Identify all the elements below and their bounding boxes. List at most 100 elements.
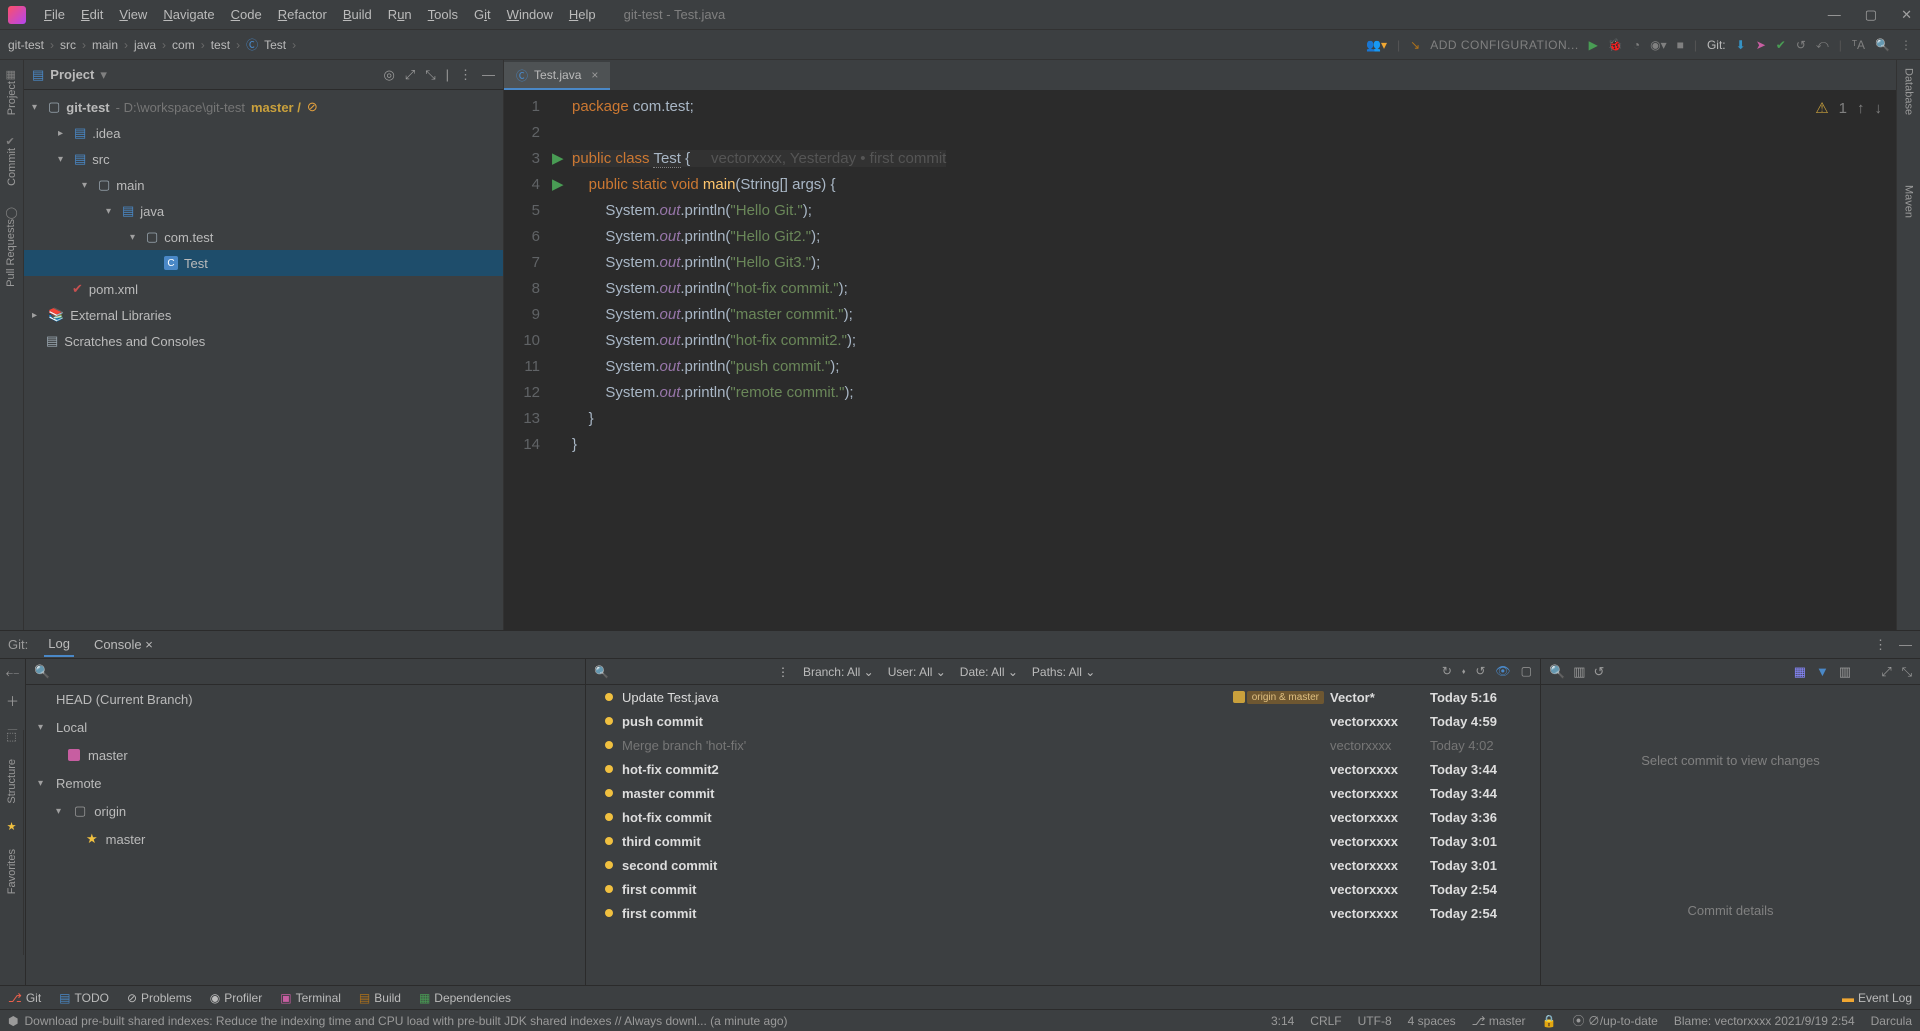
menu-view[interactable]: View: [111, 7, 155, 22]
tree-idea[interactable]: ▸▤.idea: [24, 120, 503, 146]
commit-tool-icon[interactable]: ✔: [6, 135, 18, 148]
favorites-tool-icon[interactable]: ★: [7, 820, 17, 833]
tree-main[interactable]: ▾▢main: [24, 172, 503, 198]
caret-position[interactable]: 3:14: [1271, 1014, 1294, 1028]
tree-test-class[interactable]: CTest: [24, 250, 503, 276]
layout-icon[interactable]: ▥: [1839, 664, 1851, 680]
git-tab-log[interactable]: Log: [44, 632, 74, 657]
minimize-icon[interactable]: —: [1828, 7, 1841, 23]
close-tab-icon[interactable]: ×: [591, 68, 598, 82]
commit-row[interactable]: hot-fix commit2 vectorxxxx Today 3:44: [586, 757, 1540, 781]
commit-row[interactable]: second commit vectorxxxx Today 3:01: [586, 853, 1540, 877]
translate-icon[interactable]: ᵀA: [1852, 38, 1865, 52]
commit-row[interactable]: third commit vectorxxxx Today 3:01: [586, 829, 1540, 853]
tool-git[interactable]: ⎇Git: [8, 991, 41, 1005]
menu-run[interactable]: Run: [380, 7, 420, 22]
pull-requests-tool-label[interactable]: Pull Requests: [5, 219, 17, 287]
project-title[interactable]: Project: [50, 67, 94, 82]
collapse-icon[interactable]: ⤌: [6, 665, 20, 681]
project-tool-label[interactable]: Project: [6, 81, 18, 115]
crumb-test[interactable]: test: [211, 38, 230, 52]
filter-paths[interactable]: Paths: All ⌄: [1032, 665, 1095, 679]
commit-row[interactable]: push commit vectorxxxx Today 4:59: [586, 709, 1540, 733]
structure-tool-icon[interactable]: ⬚: [6, 730, 16, 743]
reset-icon[interactable]: ↺: [1475, 664, 1485, 679]
build-icon[interactable]: ↘: [1410, 38, 1420, 52]
database-tool-label[interactable]: Database: [1903, 68, 1915, 115]
debug-icon[interactable]: 🐞: [1608, 38, 1623, 52]
grid-icon[interactable]: ▦: [1794, 664, 1806, 680]
more-icon[interactable]: ⋮: [1874, 637, 1887, 653]
profiler-icon[interactable]: ◉▾: [1650, 38, 1667, 52]
menu-code[interactable]: Code: [223, 7, 270, 22]
tool-todo[interactable]: ▤TODO: [59, 991, 109, 1005]
git-history-icon[interactable]: ↺: [1796, 38, 1806, 52]
branch-search[interactable]: 🔍: [26, 659, 585, 685]
branch-origin-master[interactable]: ★master: [26, 825, 585, 853]
target-icon[interactable]: ◎: [383, 67, 394, 83]
branch-remote[interactable]: ▾Remote: [26, 769, 585, 797]
tool-build[interactable]: ▤Build: [359, 991, 401, 1005]
collapse-icon[interactable]: ⤡: [425, 67, 435, 83]
git-push-icon[interactable]: ➤: [1756, 38, 1766, 52]
filter-date[interactable]: Date: All ⌄: [960, 665, 1018, 679]
hide-icon[interactable]: —: [482, 67, 495, 83]
stop-icon[interactable]: ■: [1677, 38, 1684, 52]
lock-icon[interactable]: 🔒: [1542, 1014, 1557, 1028]
menu-refactor[interactable]: Refactor: [270, 7, 335, 22]
tree-scratch[interactable]: ▤Scratches and Consoles: [24, 328, 503, 354]
branch-origin[interactable]: ▾▢origin: [26, 797, 585, 825]
maven-tool-label[interactable]: Maven: [1903, 185, 1915, 218]
favorites-tool-label[interactable]: Favorites: [6, 849, 18, 894]
branch-local[interactable]: ▾Local: [26, 713, 585, 741]
commit-row[interactable]: master commit vectorxxxx Today 3:44: [586, 781, 1540, 805]
commit-tool-label[interactable]: Commit: [6, 148, 18, 186]
commit-row[interactable]: Update Test.java origin & master Vector*…: [586, 685, 1540, 709]
more-icon[interactable]: ⋮: [777, 665, 789, 679]
menu-file[interactable]: File: [36, 7, 73, 22]
expand-icon[interactable]: ⤢: [1881, 664, 1891, 680]
crumb-class[interactable]: Test: [264, 38, 286, 52]
sync-status[interactable]: ⦿ ∅/up-to-date: [1572, 1012, 1657, 1029]
history-icon[interactable]: ↺: [1593, 664, 1604, 680]
next-icon[interactable]: ↓: [1875, 96, 1883, 122]
menu-help[interactable]: Help: [561, 7, 604, 22]
menu-window[interactable]: Window: [499, 7, 561, 22]
more-icon[interactable]: ⋮: [459, 67, 472, 83]
filter-icon[interactable]: ▼: [1816, 664, 1829, 679]
commit-row[interactable]: hot-fix commit vectorxxxx Today 3:36: [586, 805, 1540, 829]
line-separator[interactable]: CRLF: [1310, 1014, 1341, 1028]
tool-dependencies[interactable]: ▦Dependencies: [419, 991, 511, 1005]
commit-row[interactable]: Merge branch 'hot-fix' vectorxxxx Today …: [586, 733, 1540, 757]
menu-navigate[interactable]: Navigate: [155, 7, 222, 22]
editor-tab-test[interactable]: Ⓒ Test.java ×: [504, 62, 610, 90]
commit-row[interactable]: first commit vectorxxxx Today 2:54: [586, 877, 1540, 901]
run-gutter-icon[interactable]: ▶: [552, 150, 564, 167]
tree-extlib[interactable]: ▸📚External Libraries: [24, 302, 503, 328]
menu-git[interactable]: Git: [466, 7, 499, 22]
git-pull-icon[interactable]: ⬇: [1736, 38, 1746, 52]
git-branch-status[interactable]: ⎇ master: [1472, 1014, 1526, 1028]
commit-row[interactable]: first commit vectorxxxx Today 2:54: [586, 901, 1540, 925]
encoding[interactable]: UTF-8: [1358, 1014, 1392, 1028]
more-icon[interactable]: ⋮: [1900, 38, 1912, 52]
close-icon[interactable]: ✕: [1901, 7, 1912, 23]
crumb-project[interactable]: git-test: [8, 38, 44, 52]
code-content[interactable]: package com.test; public class Test { ve…: [572, 90, 1896, 630]
structure-tool-label[interactable]: Structure: [6, 759, 18, 804]
crumb-main[interactable]: main: [92, 38, 118, 52]
project-tool-icon[interactable]: ▦: [6, 68, 18, 81]
group-icon[interactable]: ▥: [1573, 664, 1585, 680]
eye-icon[interactable]: 👁: [1495, 664, 1510, 679]
editor-body[interactable]: ⚠ 1 ↑ ↓ 1234567891011121314 ▶▶ package c…: [504, 90, 1896, 630]
tool-profiler[interactable]: ◉Profiler: [210, 991, 263, 1005]
crumb-src[interactable]: src: [60, 38, 76, 52]
chevron-down-icon[interactable]: ▾: [100, 67, 107, 83]
git-tab-console[interactable]: Console ×: [90, 633, 157, 656]
maximize-icon[interactable]: ▢: [1865, 7, 1877, 23]
indent[interactable]: 4 spaces: [1408, 1014, 1456, 1028]
filter-user[interactable]: User: All ⌄: [888, 665, 946, 679]
tool-terminal[interactable]: ▣Terminal: [280, 991, 341, 1005]
theme-status[interactable]: Darcula: [1871, 1014, 1912, 1028]
blame-status[interactable]: Blame: vectorxxxx 2021/9/19 2:54: [1674, 1014, 1855, 1028]
